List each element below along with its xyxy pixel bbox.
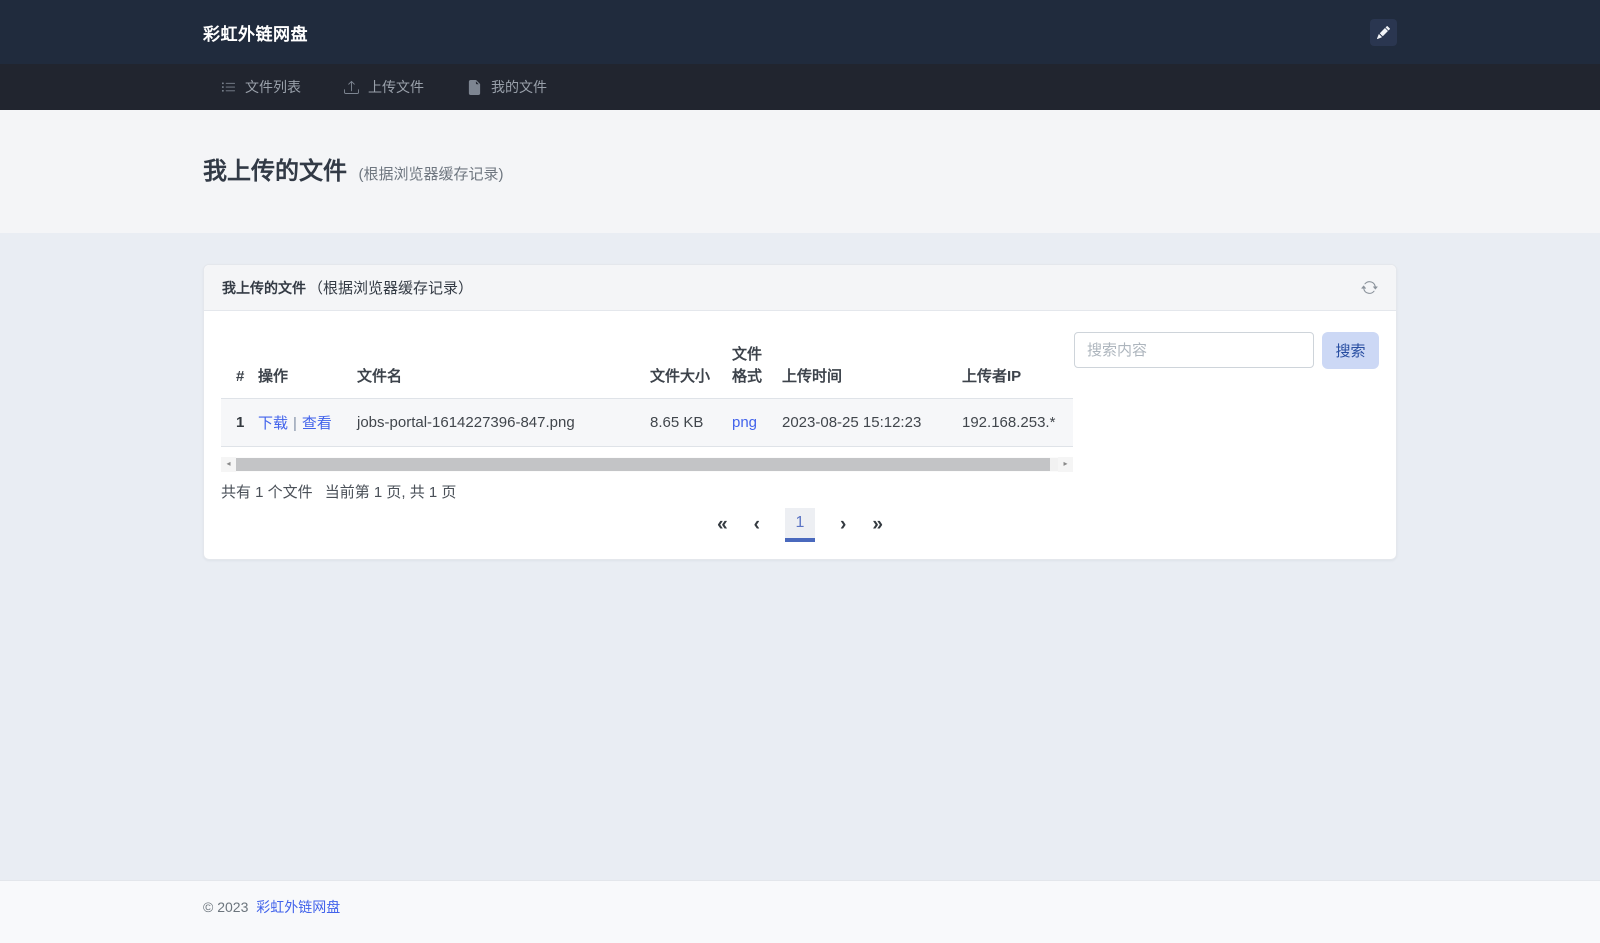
col-upload-time: 上传时间 <box>780 340 960 398</box>
nav-item-label: 我的文件 <box>491 77 547 97</box>
col-filename: 文件名 <box>355 340 648 398</box>
card-subtitle: （根据浏览器缓存记录） <box>308 277 473 298</box>
nav-item-upload[interactable]: 上传文件 <box>344 77 424 97</box>
search-form: 搜索 <box>1074 332 1379 369</box>
first-page-button[interactable]: « <box>704 508 741 542</box>
view-link[interactable]: 查看 <box>302 415 332 432</box>
nav-item-label: 上传文件 <box>368 77 424 97</box>
files-card: 我上传的文件 （根据浏览器缓存记录） <box>203 264 1397 560</box>
download-link[interactable]: 下载 <box>258 415 288 432</box>
card-title: 我上传的文件 <box>222 278 306 298</box>
cell-uploader-ip: 192.168.253.* <box>960 398 1073 446</box>
brand-title[interactable]: 彩虹外链网盘 <box>203 20 308 45</box>
main-nav: 文件列表 上传文件 我的文件 <box>0 64 1600 110</box>
cell-upload-time: 2023-08-25 15:12:23 <box>780 398 960 446</box>
copyright-text: © 2023 <box>203 899 248 915</box>
list-icon <box>221 80 236 95</box>
file-count-text: 共有 1 个文件 <box>221 484 313 501</box>
nav-item-label: 文件列表 <box>245 77 301 97</box>
file-icon <box>467 80 482 95</box>
page-count-text: 当前第 1 页, 共 1 页 <box>325 484 457 501</box>
table-row: 1 下载 | 查看 jobs-portal-1614227396-847.png 8… <box>221 398 1073 446</box>
col-uploader-ip: 上传者IP <box>960 340 1073 398</box>
scroll-right-button[interactable]: ▸ <box>1058 457 1073 472</box>
cell-format: png <box>730 398 780 446</box>
refresh-icon <box>1361 284 1378 299</box>
page-subtitle: (根据浏览器缓存记录) <box>358 166 503 183</box>
table-zone: # 操作 文件名 文件大小 文件格式 上传时间 上传者IP <box>221 328 1073 502</box>
prev-page-button[interactable]: ‹ <box>741 508 773 542</box>
pencil-icon <box>1377 26 1390 39</box>
main-content: 我上传的文件 （根据浏览器缓存记录） <box>0 264 1600 880</box>
footer: © 2023 彩虹外链网盘 <box>0 880 1600 943</box>
card-header: 我上传的文件 （根据浏览器缓存记录） <box>204 265 1396 311</box>
search-button[interactable]: 搜索 <box>1322 332 1379 369</box>
upload-icon <box>344 80 359 95</box>
col-format: 文件格式 <box>730 340 780 398</box>
format-link[interactable]: png <box>732 414 757 431</box>
cell-filesize: 8.65 KB <box>648 398 730 446</box>
files-table: # 操作 文件名 文件大小 文件格式 上传时间 上传者IP <box>221 340 1073 447</box>
scroll-left-button[interactable]: ◂ <box>221 457 236 472</box>
col-filesize: 文件大小 <box>648 340 730 398</box>
table-scroll-container: # 操作 文件名 文件大小 文件格式 上传时间 上传者IP <box>221 340 1073 447</box>
scrollbar-thumb[interactable] <box>236 458 1050 471</box>
footer-site-link[interactable]: 彩虹外链网盘 <box>256 899 340 915</box>
nav-item-my-files[interactable]: 我的文件 <box>467 77 547 97</box>
cell-actions: 下载 | 查看 <box>256 398 355 446</box>
pagination: « ‹ 1 › » <box>221 508 1379 542</box>
search-input[interactable] <box>1074 332 1314 368</box>
nav-item-file-list[interactable]: 文件列表 <box>221 77 301 97</box>
cell-index: 1 <box>221 398 256 446</box>
col-actions: 操作 <box>256 340 355 398</box>
col-index: # <box>221 340 256 398</box>
top-navbar: 彩虹外链网盘 <box>0 0 1600 64</box>
table-header-row: # 操作 文件名 文件大小 文件格式 上传时间 上传者IP <box>221 340 1073 398</box>
next-page-button[interactable]: › <box>827 508 859 542</box>
refresh-button[interactable] <box>1361 279 1378 296</box>
action-separator: | <box>293 415 297 432</box>
card-body: # 操作 文件名 文件大小 文件格式 上传时间 上传者IP <box>204 311 1396 559</box>
horizontal-scrollbar[interactable]: ◂ ▸ <box>221 457 1073 472</box>
page-title: 我上传的文件 <box>203 158 347 185</box>
current-page-button[interactable]: 1 <box>785 508 815 542</box>
summary-line: 共有 1 个文件当前第 1 页, 共 1 页 <box>221 481 1073 502</box>
last-page-button[interactable]: » <box>859 508 896 542</box>
cell-filename: jobs-portal-1614227396-847.png <box>355 398 648 446</box>
scrollbar-track <box>1050 458 1058 471</box>
page-header: 我上传的文件 (根据浏览器缓存记录) <box>0 110 1600 233</box>
theme-toggle-button[interactable] <box>1370 19 1397 46</box>
